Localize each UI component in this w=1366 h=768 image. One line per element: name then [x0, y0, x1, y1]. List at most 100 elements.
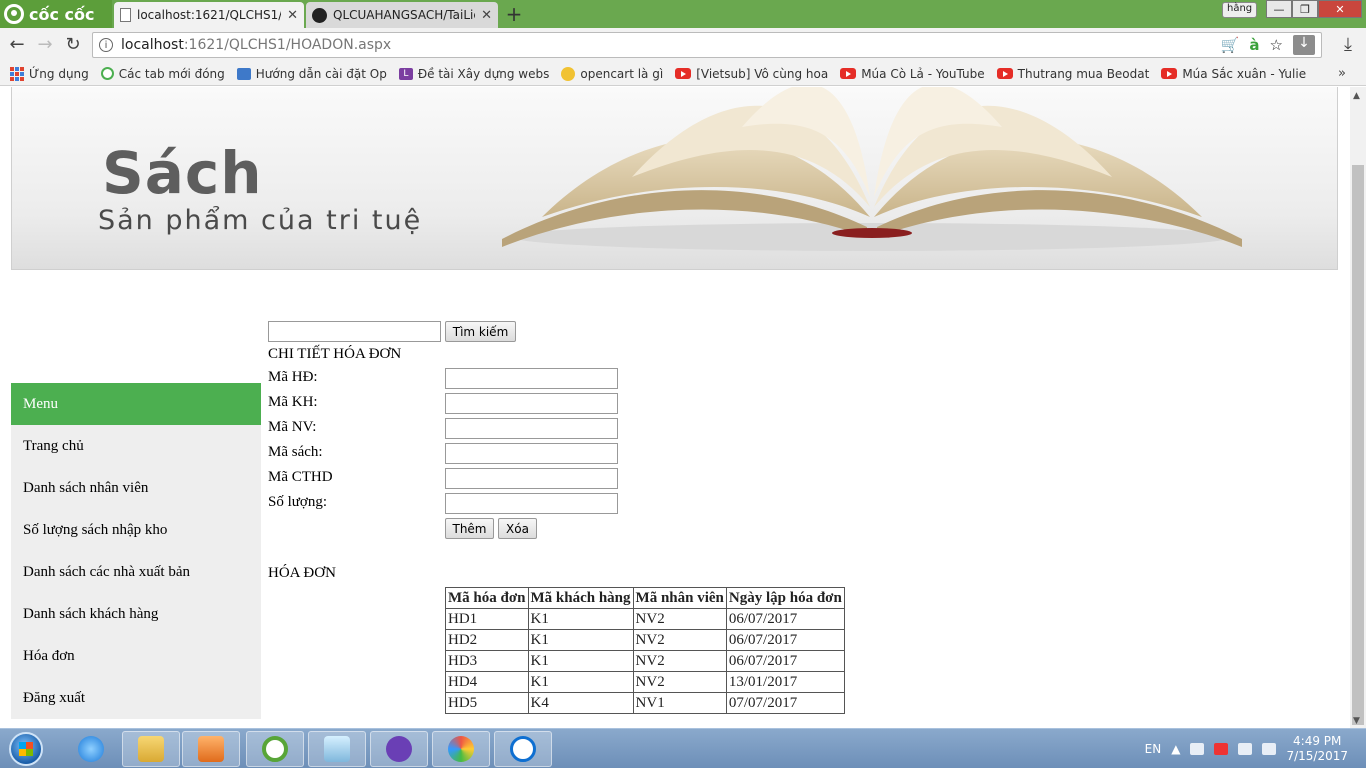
table-cell: 06/07/2017: [725, 650, 845, 672]
quantity-label: Số lượng:: [268, 494, 327, 510]
scroll-up-icon[interactable]: ▲: [1353, 91, 1360, 101]
more-bookmarks-icon[interactable]: »: [1338, 66, 1346, 81]
translate-icon[interactable]: à: [1249, 36, 1259, 54]
quantity-input[interactable]: [445, 493, 618, 514]
show-hidden-icons-icon[interactable]: ▲: [1171, 742, 1180, 756]
bookmark-item[interactable]: L Đề tài Xây dựng webs: [398, 67, 549, 81]
profile-button[interactable]: hằng: [1222, 2, 1258, 18]
network-warning-icon[interactable]: [1214, 743, 1229, 755]
reload-button[interactable]: ↻: [62, 34, 84, 55]
tab-github[interactable]: QLCUAHANGSACH/TaiLie ✕: [306, 2, 498, 28]
table-cell: HD3: [445, 650, 529, 672]
invoice-detail-id-input[interactable]: [445, 468, 618, 489]
taskbar-explorer[interactable]: [122, 731, 180, 767]
scrollbar-thumb[interactable]: [1352, 165, 1364, 725]
forward-button[interactable]: →: [34, 34, 56, 55]
action-center-icon[interactable]: [1238, 743, 1253, 755]
tab-title: QLCUAHANGSACH/TaiLie: [333, 8, 476, 22]
column-header: Mã hóa đơn: [445, 587, 529, 609]
bookmark-star-icon[interactable]: ☆: [1270, 36, 1283, 54]
sidebar-item-logout[interactable]: Đăng xuất: [11, 677, 261, 719]
bookmark-label: Hướng dẫn cài đặt Op: [255, 66, 387, 81]
savior-download-icon[interactable]: ↓: [1293, 35, 1315, 55]
signal-icon[interactable]: [1262, 743, 1277, 755]
maximize-button[interactable]: ❐: [1292, 0, 1318, 18]
table-row: HD4 K1 NV2 13/01/2017: [445, 671, 845, 693]
bookmark-item[interactable]: opencart là gì: [561, 66, 663, 81]
scroll-down-icon[interactable]: ▼: [1353, 716, 1360, 726]
bookmark-recent-tabs[interactable]: Các tab mới đóng: [100, 66, 225, 81]
sidebar-item-invoices[interactable]: Hóa đơn: [11, 635, 261, 677]
coccoc-logo-icon: [4, 4, 24, 24]
taskbar-media[interactable]: [182, 731, 240, 767]
bookmark-item[interactable]: Múa Cò Lả - YouTube: [840, 66, 985, 81]
sidebar-item-home[interactable]: Trang chủ: [11, 425, 261, 467]
visual-studio-icon: [386, 736, 412, 762]
sidebar-item-employees[interactable]: Danh sách nhân viên: [11, 467, 261, 509]
volume-icon[interactable]: [1190, 743, 1205, 755]
taskbar-paint[interactable]: [432, 731, 490, 767]
bookmark-item[interactable]: Hướng dẫn cài đặt Op: [236, 66, 387, 81]
downloads-icon[interactable]: ⤓: [1344, 34, 1352, 55]
page-icon: [120, 8, 131, 22]
back-button[interactable]: ←: [6, 34, 28, 55]
tab-active[interactable]: localhost:1621/QLCHS1/H ✕: [114, 2, 304, 28]
sidebar-item-publishers[interactable]: Danh sách các nhà xuất bản: [11, 551, 261, 593]
browser-tabstrip: cốc cốc localhost:1621/QLCHS1/H ✕ QLCUAH…: [0, 0, 1366, 28]
column-header: Mã nhân viên: [632, 587, 727, 609]
opencart-icon: [561, 66, 576, 81]
browser-toolbar: ← → ↻ i localhost:1621/QLCHS1/HOADON.asp…: [0, 28, 1366, 62]
youtube-icon: [840, 68, 857, 79]
table-cell: 06/07/2017: [725, 608, 845, 630]
sidebar-item-stock[interactable]: Số lượng sách nhập kho: [11, 509, 261, 551]
address-bar[interactable]: i localhost:1621/QLCHS1/HOADON.aspx 🛒 à …: [92, 32, 1322, 58]
invoice-detail-id-label: Mã CTHD: [268, 469, 333, 485]
apps-icon: [10, 66, 24, 81]
employee-id-input[interactable]: [445, 418, 618, 439]
taskbar-coccoc[interactable]: [246, 731, 304, 767]
customer-id-input[interactable]: [445, 393, 618, 414]
language-indicator[interactable]: EN: [1145, 742, 1162, 756]
shopping-cart-icon[interactable]: 🛒: [1221, 36, 1240, 54]
bookmark-item[interactable]: Thutrang mua Beodat: [996, 66, 1150, 81]
add-button[interactable]: Thêm: [445, 518, 494, 539]
notepad-icon: [324, 736, 350, 762]
invoice-id-input[interactable]: [445, 368, 618, 389]
detail-form-title: CHI TIẾT HÓA ĐƠN: [268, 346, 402, 362]
close-tab-icon[interactable]: ✕: [481, 8, 492, 23]
sidebar-item-customers[interactable]: Danh sách khách hàng: [11, 593, 261, 635]
taskbar-notepad[interactable]: [308, 731, 366, 767]
info-icon[interactable]: i: [99, 38, 113, 52]
bookmark-label: Thutrang mua Beodat: [1017, 66, 1150, 81]
search-button[interactable]: Tìm kiếm: [445, 321, 516, 342]
clock[interactable]: 4:49 PM 7/15/2017: [1286, 734, 1348, 764]
browser-logo[interactable]: cốc cốc: [0, 0, 112, 28]
table-cell: NV2: [632, 629, 727, 651]
bookmark-item[interactable]: Múa Sắc xuân - Yulie: [1161, 67, 1306, 81]
search-input[interactable]: [268, 321, 441, 342]
start-button[interactable]: [2, 731, 50, 767]
close-window-button[interactable]: ✕: [1318, 0, 1362, 18]
bookmark-label: Các tab mới đóng: [118, 66, 225, 81]
minimize-button[interactable]: —: [1266, 0, 1292, 18]
book-id-input[interactable]: [445, 443, 618, 464]
bookmark-item[interactable]: [Vietsub] Vô cùng hoa: [675, 67, 828, 81]
url-host: localhost: [121, 37, 184, 53]
table-cell: K1: [527, 650, 634, 672]
table-cell: NV2: [632, 608, 727, 630]
banner-subtitle: Sản phẩm của tri tuệ: [98, 205, 423, 236]
page-scrollbar[interactable]: ▲ ▼: [1350, 87, 1366, 728]
delete-button[interactable]: Xóa: [498, 518, 537, 539]
windows-logo-icon: [9, 732, 43, 766]
taskbar-ie[interactable]: [62, 731, 120, 767]
new-tab-button[interactable]: +: [503, 2, 525, 26]
address-bar-icons: 🛒 à ☆ ↓: [1221, 35, 1315, 55]
coccoc-icon: [262, 736, 288, 762]
book-id-label: Mã sách:: [268, 444, 323, 460]
taskbar-teamviewer[interactable]: [494, 731, 552, 767]
taskbar-visual-studio[interactable]: [370, 731, 428, 767]
close-tab-icon[interactable]: ✕: [287, 8, 298, 23]
table-row: HD2 K1 NV2 06/07/2017: [445, 629, 845, 651]
bookmark-apps[interactable]: Ứng dụng: [10, 66, 89, 81]
bookmark-label: Múa Cò Lả - YouTube: [861, 66, 985, 81]
